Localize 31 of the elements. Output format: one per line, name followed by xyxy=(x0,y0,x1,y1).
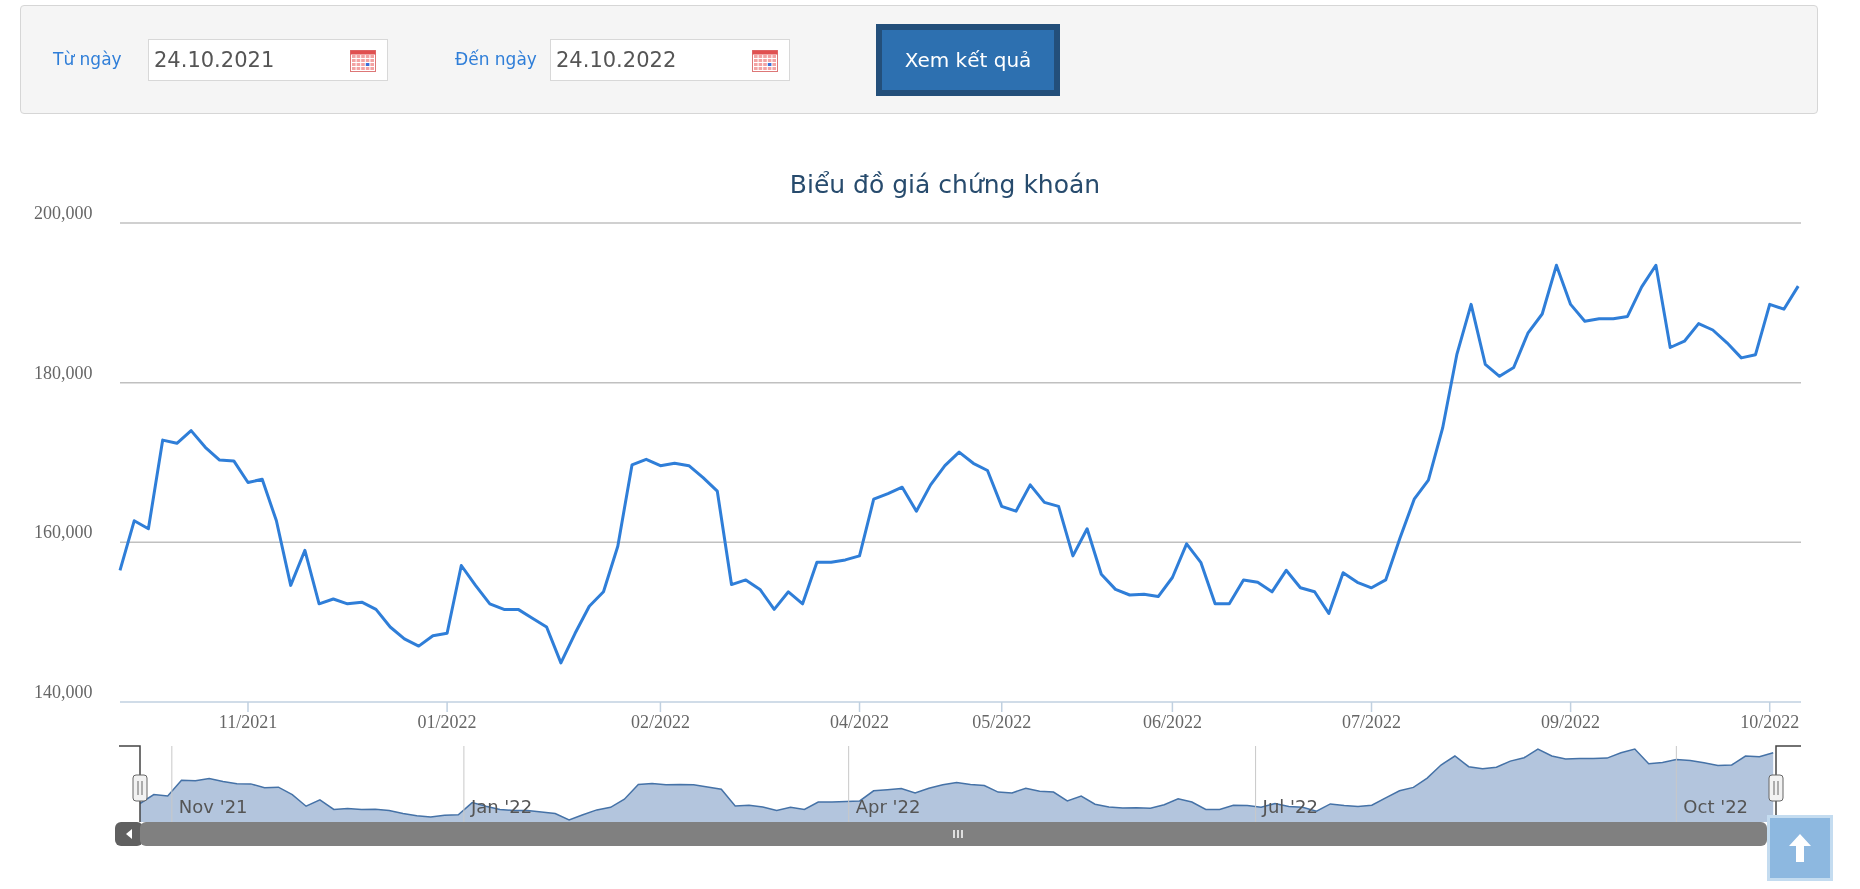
x-axis-label: 09/2022 xyxy=(1541,712,1601,732)
x-axis-label: 07/2022 xyxy=(1342,712,1401,732)
view-results-button[interactable]: Xem kết quả xyxy=(876,23,1060,96)
chart-title: Biểu đồ giá chứng khoán xyxy=(788,169,1101,201)
x-axis-label: 06/2022 xyxy=(1142,712,1202,732)
scrollbar-thumb[interactable] xyxy=(140,822,1767,846)
navigator-label: Apr '22 xyxy=(855,796,921,817)
scroll-left-button[interactable] xyxy=(115,822,143,846)
calendar-icon[interactable] xyxy=(752,47,778,72)
date-label: Đến ngày xyxy=(455,47,538,71)
x-axis-label: 01/2022 xyxy=(417,712,477,732)
date-label: Từ ngày xyxy=(53,47,123,71)
y-axis-label: 160,000 xyxy=(34,522,93,543)
y-axis-label: 200,000 xyxy=(34,204,93,223)
arrow-up-icon xyxy=(1787,832,1813,864)
x-axis-label: 11/2021 xyxy=(218,712,278,732)
y-axis-label: 180,000 xyxy=(34,362,93,383)
navigator-label: Oct '22 xyxy=(1683,796,1749,817)
date-field[interactable]: 24.10.2022 xyxy=(550,38,790,81)
date-field[interactable]: 24.10.2021 xyxy=(148,38,388,81)
x-axis-label: 10/2022 xyxy=(1740,712,1800,732)
x-axis-label: 04/2022 xyxy=(830,712,890,732)
grip-icon xyxy=(953,829,963,839)
range-handle[interactable] xyxy=(132,774,148,802)
scroll-to-top-button[interactable] xyxy=(1767,815,1833,881)
x-axis-label: 02/2022 xyxy=(630,712,690,732)
navigator-label: Nov '21 xyxy=(178,796,248,817)
range-handle[interactable] xyxy=(1768,774,1784,802)
y-axis-label: 140,000 xyxy=(34,682,93,702)
x-axis-label: 05/2022 xyxy=(972,712,1032,732)
calendar-icon[interactable] xyxy=(350,47,376,72)
